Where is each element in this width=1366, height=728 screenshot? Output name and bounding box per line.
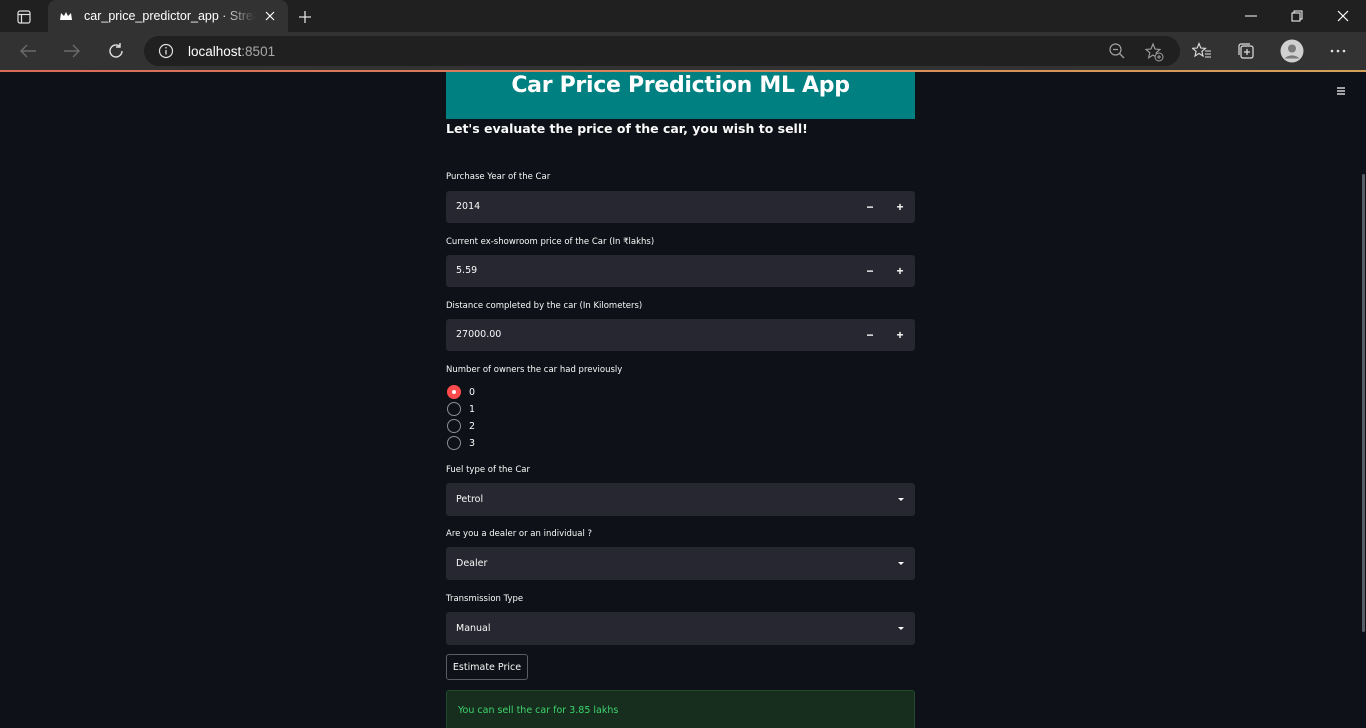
forward-icon[interactable] (58, 37, 86, 65)
distance-label: Distance completed by the car (In Kilome… (446, 301, 643, 311)
favorites-icon[interactable] (1188, 37, 1216, 65)
url-port: :8501 (241, 44, 276, 59)
restore-icon[interactable] (1274, 0, 1320, 32)
showroom-price-input[interactable]: 5.59 − + (446, 255, 915, 287)
new-tab-icon[interactable] (294, 6, 316, 28)
purchase-year-decrement-button[interactable]: − (855, 191, 885, 223)
transmission-select[interactable]: Manual (446, 612, 915, 645)
browser-tab-bar: car_price_predictor_app · Streamlit (0, 0, 1366, 32)
chevron-down-icon[interactable] (898, 562, 904, 565)
owners-radio-option-1[interactable]: 1 (447, 402, 475, 416)
back-icon[interactable] (14, 37, 42, 65)
browser-toolbar: localhost:8501 (0, 32, 1366, 70)
radio-unchecked-icon[interactable] (447, 436, 461, 450)
add-favorite-icon[interactable] (1144, 42, 1164, 62)
purchase-year-label: Purchase Year of the Car (446, 172, 551, 182)
radio-checked-icon[interactable] (447, 385, 461, 399)
prediction-result-text: You can sell the car for 3.85 lakhs (458, 705, 619, 716)
collections-icon[interactable] (1232, 37, 1260, 65)
tab-actions-icon[interactable] (10, 6, 38, 28)
showroom-price-value[interactable]: 5.59 (456, 265, 477, 276)
radio-unchecked-icon[interactable] (447, 419, 461, 433)
hamburger-menu-icon[interactable] (1334, 84, 1348, 96)
minimize-icon[interactable] (1228, 0, 1274, 32)
purchase-year-input[interactable]: 2014 − + (446, 191, 915, 223)
browser-tab-active[interactable]: car_price_predictor_app · Streamlit (48, 0, 288, 32)
distance-decrement-button[interactable]: − (855, 319, 885, 351)
radio-label: 0 (469, 386, 476, 398)
transmission-label: Transmission Type (446, 594, 524, 604)
distance-value[interactable]: 27000.00 (456, 329, 501, 340)
radio-label: 1 (469, 403, 476, 415)
close-tab-icon[interactable] (262, 8, 278, 24)
close-window-icon[interactable] (1320, 0, 1366, 32)
owners-label: Number of owners the car had previously (446, 365, 623, 375)
seller-type-value: Dealer (456, 558, 488, 569)
prediction-result-alert: You can sell the car for 3.85 lakhs (446, 690, 915, 728)
title-banner: Car Price Prediction ML App (446, 72, 915, 119)
streamlit-crown-icon (58, 8, 74, 24)
distance-increment-button[interactable]: + (885, 319, 915, 351)
refresh-icon[interactable] (102, 37, 130, 65)
owners-radio-option-2[interactable]: 2 (447, 419, 475, 433)
radio-label: 3 (469, 437, 476, 449)
scrollbar[interactable] (1362, 174, 1365, 632)
showroom-price-decrement-button[interactable]: − (855, 255, 885, 287)
page-subtitle: Let's evaluate the price of the car, you… (446, 121, 808, 136)
showroom-price-label: Current ex-showroom price of the Car (In… (446, 237, 655, 247)
radio-label: 2 (469, 420, 476, 432)
owners-radio-option-0[interactable]: 0 (447, 385, 475, 399)
chevron-down-icon[interactable] (898, 627, 904, 630)
chevron-down-icon[interactable] (898, 498, 904, 501)
radio-unchecked-icon[interactable] (447, 402, 461, 416)
showroom-price-increment-button[interactable]: + (885, 255, 915, 287)
more-options-icon[interactable] (1324, 37, 1352, 65)
seller-type-label: Are you a dealer or an individual ? (446, 529, 593, 539)
owners-radio-option-3[interactable]: 3 (447, 436, 475, 450)
address-bar[interactable]: localhost:8501 (144, 36, 1180, 66)
app-viewport: Car Price Prediction ML App Let's evalua… (0, 72, 1366, 728)
site-info-icon[interactable] (158, 43, 174, 59)
transmission-value: Manual (456, 623, 491, 634)
zoom-out-icon[interactable] (1108, 42, 1126, 60)
fuel-type-value: Petrol (456, 494, 484, 505)
url-host: localhost (188, 44, 242, 59)
url-text[interactable]: localhost:8501 (188, 44, 275, 59)
tab-title: car_price_predictor_app · Streamlit (84, 9, 256, 23)
page-title: Car Price Prediction ML App (511, 73, 850, 98)
fuel-type-select[interactable]: Petrol (446, 483, 915, 516)
purchase-year-value[interactable]: 2014 (456, 201, 480, 212)
fuel-type-label: Fuel type of the Car (446, 465, 530, 475)
distance-input[interactable]: 27000.00 − + (446, 319, 915, 351)
seller-type-select[interactable]: Dealer (446, 547, 915, 580)
estimate-price-button[interactable]: Estimate Price (446, 654, 528, 680)
purchase-year-increment-button[interactable]: + (885, 191, 915, 223)
profile-avatar-icon[interactable] (1278, 37, 1306, 65)
